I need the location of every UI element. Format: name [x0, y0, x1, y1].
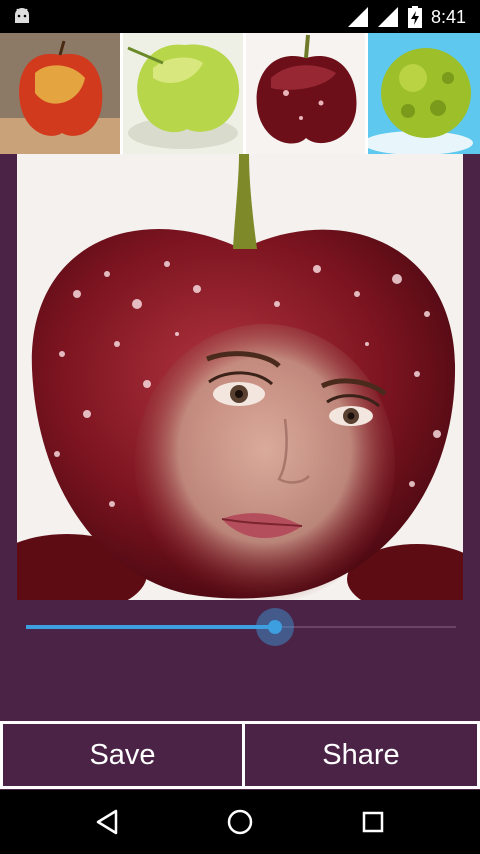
wifi-signal-icon: [348, 7, 368, 27]
green-fruit-thumbnail[interactable]: [368, 33, 480, 154]
status-bar: 8:41: [0, 0, 480, 33]
slider-thumb-center[interactable]: [268, 620, 282, 634]
navigation-bar: [0, 790, 480, 854]
blended-photo-preview: [17, 154, 463, 600]
cherry-thumbnail[interactable]: [246, 33, 365, 154]
recents-square-icon[interactable]: [357, 806, 389, 838]
back-triangle-icon[interactable]: [92, 806, 124, 838]
home-circle-icon[interactable]: [224, 806, 256, 838]
save-button-label: Save: [89, 738, 156, 771]
slider-fill: [26, 625, 275, 629]
clock-time: 8:41: [431, 7, 467, 27]
thumbnail-strip: [0, 33, 480, 154]
share-button[interactable]: Share: [245, 721, 480, 789]
android-icon: [15, 8, 29, 23]
share-button-label: Share: [322, 738, 400, 771]
blend-opacity-slider[interactable]: [26, 607, 456, 647]
red-apple-thumbnail[interactable]: [0, 33, 120, 154]
slider-thumb[interactable]: [256, 608, 294, 646]
cell-signal-icon: [378, 7, 398, 27]
save-button[interactable]: Save: [0, 721, 245, 789]
green-apple-thumbnail[interactable]: [123, 33, 243, 154]
battery-charging-icon: [408, 6, 422, 28]
